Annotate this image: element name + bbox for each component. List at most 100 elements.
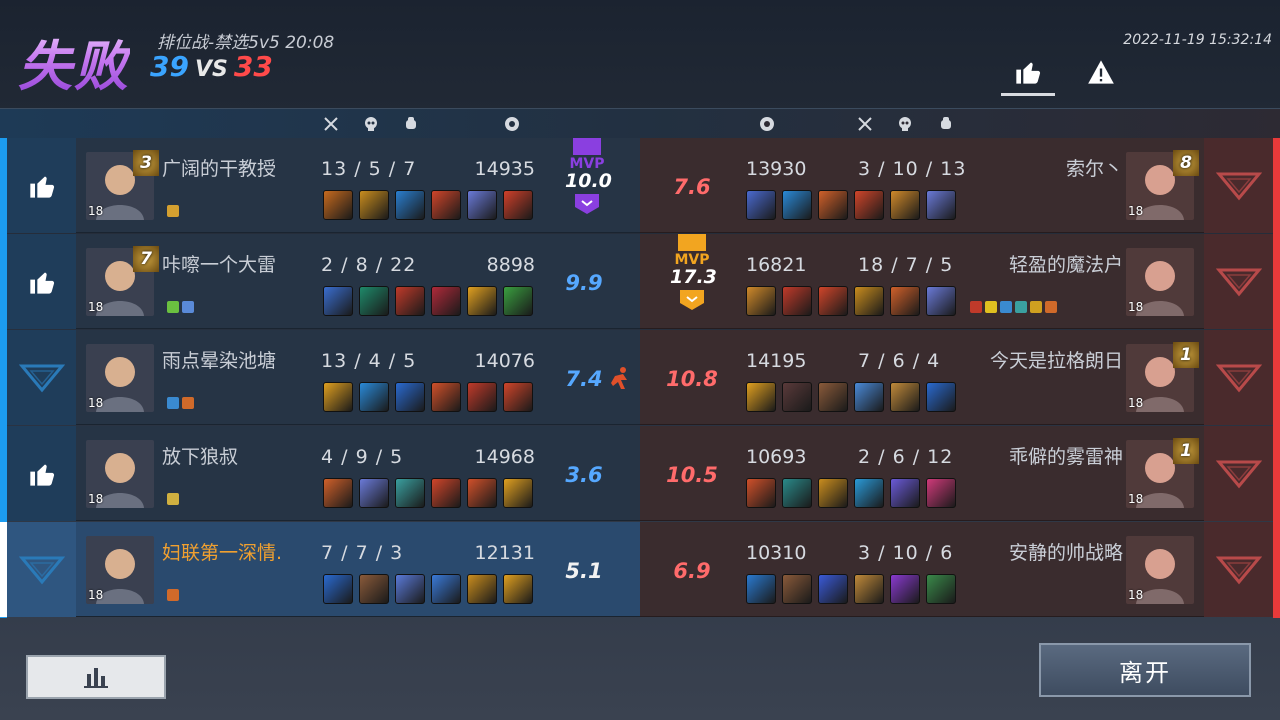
downvote-button[interactable] xyxy=(7,522,76,617)
downvote-button[interactable] xyxy=(1204,426,1273,521)
item-icon[interactable] xyxy=(323,478,353,508)
kda: 2 / 8 / 22 xyxy=(321,254,416,276)
item-icon[interactable] xyxy=(503,574,533,604)
item-icon[interactable] xyxy=(395,286,425,316)
item-icon[interactable] xyxy=(503,286,533,316)
item-icon[interactable] xyxy=(890,190,920,220)
item-icon[interactable] xyxy=(503,382,533,412)
item-slots xyxy=(323,190,533,220)
item-icon[interactable] xyxy=(746,574,776,604)
avatar: 18 xyxy=(86,536,154,604)
downvote-button[interactable] xyxy=(1204,330,1273,425)
item-icon[interactable] xyxy=(359,478,389,508)
upvote-button[interactable] xyxy=(7,138,76,233)
item-icon[interactable] xyxy=(854,190,884,220)
item-icon[interactable] xyxy=(395,190,425,220)
report-button[interactable] xyxy=(1076,50,1126,94)
item-icon[interactable] xyxy=(431,286,461,316)
item-icon[interactable] xyxy=(818,574,848,604)
assists: 4 xyxy=(927,350,941,372)
item-slots xyxy=(746,190,956,220)
item-icon[interactable] xyxy=(854,574,884,604)
scoreboard: 18 3 广阔的干教授 13 / 5 / 7 14935 MVP 10.0 7.6 13930 3… xyxy=(0,138,1280,618)
item-icon[interactable] xyxy=(431,574,461,604)
item-icon[interactable] xyxy=(782,286,812,316)
kda-separator: / xyxy=(334,254,356,276)
item-icon[interactable] xyxy=(395,574,425,604)
item-icon[interactable] xyxy=(926,286,956,316)
item-icon[interactable] xyxy=(323,190,353,220)
item-icon[interactable] xyxy=(926,478,956,508)
item-icon[interactable] xyxy=(323,286,353,316)
item-icon[interactable] xyxy=(323,574,353,604)
item-icon[interactable] xyxy=(431,382,461,412)
item-icon[interactable] xyxy=(890,286,920,316)
item-icon[interactable] xyxy=(467,382,497,412)
item-icon[interactable] xyxy=(926,190,956,220)
leave-button[interactable]: 离开 xyxy=(1039,643,1251,697)
item-slots xyxy=(323,574,533,604)
item-icon[interactable] xyxy=(746,190,776,220)
item-icon[interactable] xyxy=(395,382,425,412)
item-icon[interactable] xyxy=(359,382,389,412)
kda-separator: / xyxy=(381,350,404,372)
damage: 14935 xyxy=(474,158,535,180)
item-icon[interactable] xyxy=(782,190,812,220)
kills: 18 xyxy=(858,254,885,276)
item-icon[interactable] xyxy=(782,382,812,412)
item-icon[interactable] xyxy=(323,382,353,412)
item-icon[interactable] xyxy=(926,382,956,412)
item-icon[interactable] xyxy=(467,190,497,220)
downvote-button[interactable] xyxy=(1204,522,1273,617)
item-icon[interactable] xyxy=(359,286,389,316)
item-icon[interactable] xyxy=(359,190,389,220)
item-icon[interactable] xyxy=(818,478,848,508)
item-icon[interactable] xyxy=(503,478,533,508)
stats-button[interactable] xyxy=(26,655,166,699)
thumbs-up-icon xyxy=(29,176,54,198)
player-name: 安静的帅战略 xyxy=(1008,542,1123,564)
item-icon[interactable] xyxy=(926,574,956,604)
item-icon[interactable] xyxy=(467,286,497,316)
item-icon[interactable] xyxy=(890,382,920,412)
item-icon[interactable] xyxy=(746,286,776,316)
item-icon[interactable] xyxy=(854,286,884,316)
kda-separator: / xyxy=(918,542,941,564)
item-icon[interactable] xyxy=(395,478,425,508)
item-icon[interactable] xyxy=(746,382,776,412)
item-icon[interactable] xyxy=(431,478,461,508)
rank-badge: 1 xyxy=(1173,438,1199,464)
item-icon[interactable] xyxy=(359,574,389,604)
downvote-button[interactable] xyxy=(7,330,76,425)
like-tab-button[interactable] xyxy=(1001,50,1055,96)
item-icon[interactable] xyxy=(854,382,884,412)
item-icon[interactable] xyxy=(890,478,920,508)
kda: 4 / 9 / 5 xyxy=(321,446,403,468)
item-icon[interactable] xyxy=(782,574,812,604)
downvote-button[interactable] xyxy=(1204,138,1273,233)
triangle-down-icon xyxy=(18,556,65,584)
item-icon[interactable] xyxy=(431,190,461,220)
self-indicator xyxy=(0,522,7,617)
item-icon[interactable] xyxy=(782,478,812,508)
match-datetime: 2022-11-19 15:32:14 xyxy=(1123,32,1272,48)
item-icon[interactable] xyxy=(854,478,884,508)
hero-level: 18 xyxy=(88,396,104,410)
kda-separator: / xyxy=(871,350,893,372)
item-icon[interactable] xyxy=(503,190,533,220)
player-name: 雨点晕染池塘 xyxy=(162,350,277,372)
upvote-button[interactable] xyxy=(7,426,76,521)
kda-separator: / xyxy=(334,446,356,468)
item-icon[interactable] xyxy=(818,382,848,412)
thumbs-up-icon xyxy=(29,272,54,294)
item-icon[interactable] xyxy=(818,286,848,316)
assists: 5 xyxy=(940,254,954,276)
item-icon[interactable] xyxy=(890,574,920,604)
item-icon[interactable] xyxy=(818,190,848,220)
downvote-button[interactable] xyxy=(1204,234,1273,329)
item-icon[interactable] xyxy=(467,574,497,604)
item-icon[interactable] xyxy=(746,478,776,508)
item-icon[interactable] xyxy=(467,478,497,508)
kda-separator: / xyxy=(871,446,893,468)
upvote-button[interactable] xyxy=(7,234,76,329)
